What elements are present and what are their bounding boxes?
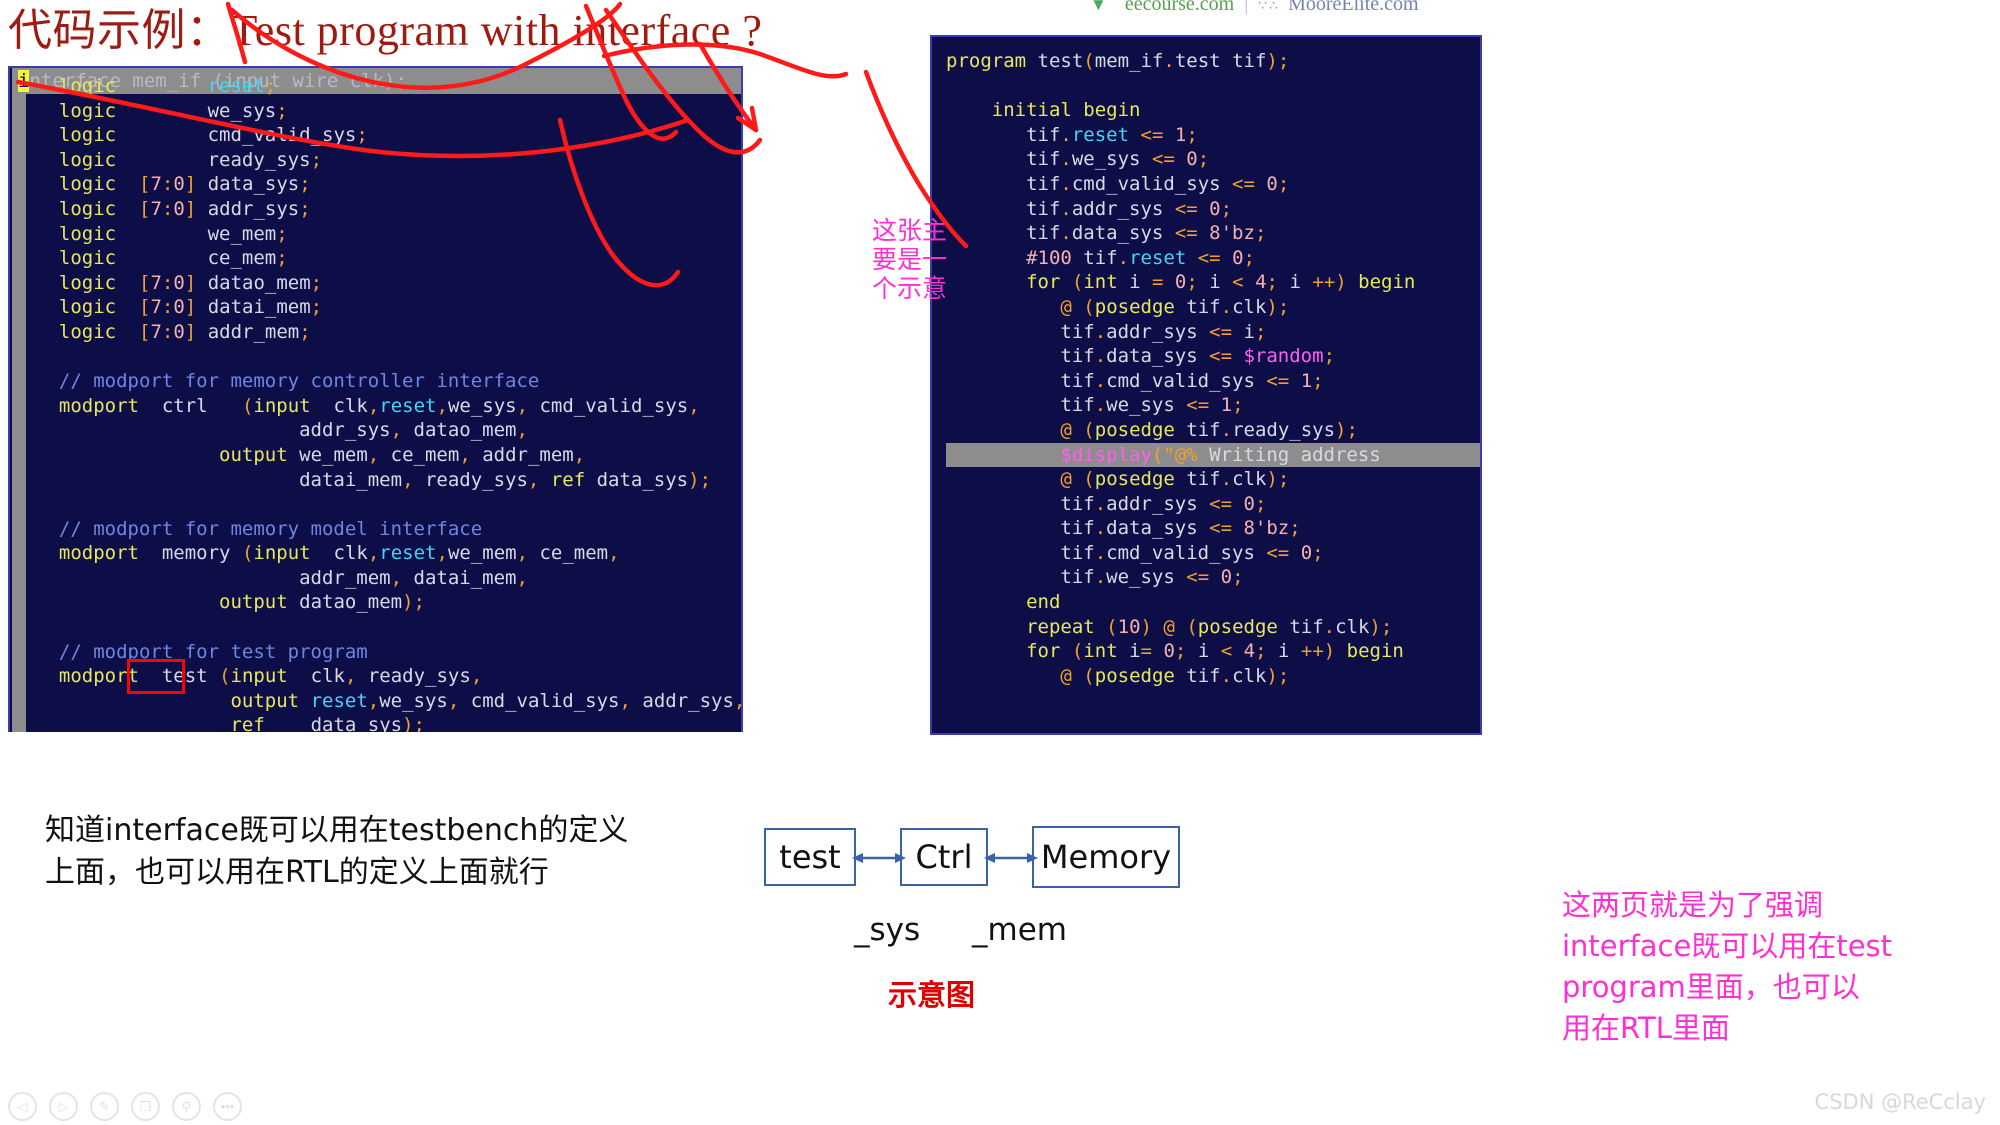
- code-line: logic [7:0] datao_mem;: [36, 271, 741, 296]
- code-line: [36, 615, 741, 640]
- code-line: logic reset;: [36, 74, 741, 99]
- code-line: $display("@% Writing address: [946, 443, 1480, 468]
- code-line: datai_mem, ready_sys, ref data_sys);: [36, 468, 741, 493]
- code-line: logic cmd_valid_sys;: [36, 123, 741, 148]
- diagram-edge-label-sys: _sys: [854, 912, 920, 948]
- code-line: [36, 492, 741, 517]
- code-line: output we_mem, ce_mem, addr_mem,: [36, 443, 741, 468]
- left-code-editor[interactable]: interface mem_if (input wire clk); logic…: [8, 66, 743, 732]
- diagram-block-memory: Memory: [1032, 826, 1180, 888]
- brand-watermark: ▼ eecourse.com | ∵∴ MooreElite.com: [1090, 0, 1419, 16]
- code-line: tif.addr_sys <= 0;: [946, 492, 1480, 517]
- code-line: tif.cmd_valid_sys <= 0;: [946, 541, 1480, 566]
- diagram-block-ctrl: Ctrl: [900, 828, 988, 886]
- code-line: tif.reset <= 1;: [946, 123, 1480, 148]
- code-line: initial begin: [946, 98, 1480, 123]
- right-code-content: program test(mem_if.test tif); initial b…: [932, 37, 1480, 688]
- code-line: for (int i = 0; i < 4; i ++) begin: [946, 270, 1480, 295]
- note-center-magenta: 这张主 要是一 个示意: [872, 216, 947, 303]
- diagram-connector-ctrl-memory: [984, 850, 1038, 866]
- body-note-text: 知道interface既可以用在testbench的定义 上面，也可以用在RTL…: [45, 810, 628, 894]
- code-line: tif.addr_sys <= i;: [946, 320, 1480, 345]
- diagram-connector-test-ctrl: [852, 850, 906, 866]
- code-line: tif.addr_sys <= 0;: [946, 197, 1480, 222]
- code-line: logic [7:0] addr_mem;: [36, 320, 741, 345]
- next-icon[interactable]: ▷: [49, 1092, 78, 1121]
- code-line: logic [7:0] data_sys;: [36, 172, 741, 197]
- previous-icon[interactable]: ◁: [8, 1092, 37, 1121]
- dots-icon: ∵∴: [1258, 0, 1280, 14]
- diagram-caption: 示意图: [888, 972, 975, 1014]
- code-line: @ (posedge tif.clk);: [946, 295, 1480, 320]
- code-line: tif.data_sys <= 8'bz;: [946, 516, 1480, 541]
- csdn-watermark: CSDN @ReCclay: [1815, 1090, 1986, 1114]
- code-line: // modport for memory model interface: [36, 517, 741, 542]
- code-line: end: [946, 590, 1480, 615]
- code-line: modport memory (input clk,reset,we_mem, …: [36, 541, 741, 566]
- code-line: tif.we_sys <= 0;: [946, 147, 1480, 172]
- code-line: addr_mem, datai_mem,: [36, 566, 741, 591]
- code-line: tif.we_sys <= 0;: [946, 565, 1480, 590]
- code-line: addr_sys, datao_mem,: [36, 418, 741, 443]
- block-diagram: test Ctrl Memory _sys _mem 示意图: [760, 800, 1200, 1030]
- diagram-edge-label-mem: _mem: [972, 912, 1067, 948]
- code-line: // modport for memory controller interfa…: [36, 369, 741, 394]
- code-line: output datao_mem);: [36, 590, 741, 615]
- code-line: logic ce_mem;: [36, 246, 741, 271]
- code-line: ref data_sys);: [36, 713, 741, 732]
- code-line: program test(mem_if.test tif);: [946, 49, 1480, 74]
- bottom-toolbar[interactable]: ◁ ▷ ✎ ❐ ⚲ •••: [8, 1092, 242, 1121]
- code-line: tif.data_sys <= $random;: [946, 344, 1480, 369]
- code-line: #100 tif.reset <= 0;: [946, 246, 1480, 271]
- code-line: logic we_sys;: [36, 99, 741, 124]
- right-code-editor[interactable]: program test(mem_if.test tif); initial b…: [930, 35, 1482, 735]
- note-bottom-right-magenta: 这两页就是为了强调 interface既可以用在test program里面，也…: [1562, 885, 1892, 1049]
- code-line: tif.we_sys <= 1;: [946, 393, 1480, 418]
- code-line: for (int i= 0; i < 4; i ++) begin: [946, 639, 1480, 664]
- watermark-site-left: eecourse.com: [1125, 0, 1234, 15]
- layout-icon[interactable]: ❐: [131, 1092, 160, 1121]
- code-line: tif.cmd_valid_sys <= 0;: [946, 172, 1480, 197]
- watermark-site-right: MooreElite.com: [1288, 0, 1419, 15]
- code-line: [36, 345, 741, 370]
- page-title: 代码示例：Test program with interface ?: [8, 0, 762, 58]
- code-line: logic ready_sys;: [36, 148, 741, 173]
- modport-test-highlight-box: [127, 659, 185, 694]
- code-line: [946, 74, 1480, 99]
- pen-icon[interactable]: ✎: [90, 1092, 119, 1121]
- search-icon[interactable]: ⚲: [172, 1092, 201, 1121]
- code-line: logic [7:0] datai_mem;: [36, 295, 741, 320]
- triangle-icon: ▼: [1090, 0, 1107, 14]
- code-line: logic [7:0] addr_sys;: [36, 197, 741, 222]
- code-line: @ (posedge tif.clk);: [946, 664, 1480, 689]
- code-line: modport ctrl (input clk,reset,we_sys, cm…: [36, 394, 741, 419]
- watermark-separator: |: [1244, 0, 1248, 15]
- code-line: tif.cmd_valid_sys <= 1;: [946, 369, 1480, 394]
- code-line: @ (posedge tif.ready_sys);: [946, 418, 1480, 443]
- more-icon[interactable]: •••: [213, 1092, 242, 1121]
- diagram-block-test: test: [764, 828, 856, 886]
- code-line: logic we_mem;: [36, 222, 741, 247]
- left-code-content: logic reset; logic we_sys; logic cmd_val…: [10, 68, 741, 732]
- code-line: tif.data_sys <= 8'bz;: [946, 221, 1480, 246]
- code-line: @ (posedge tif.clk);: [946, 467, 1480, 492]
- code-line: repeat (10) @ (posedge tif.clk);: [946, 615, 1480, 640]
